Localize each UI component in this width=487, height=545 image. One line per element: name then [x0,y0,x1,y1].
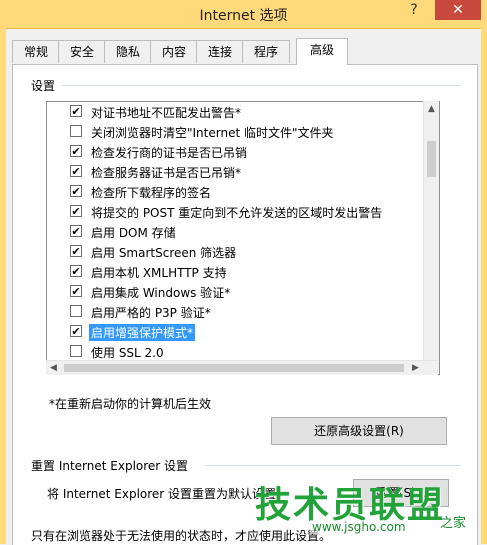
checkbox-checked[interactable]: ✔ [70,265,82,277]
tab-security[interactable]: 安全 [58,40,106,63]
watermark-tail: 之家 [440,516,467,531]
checkbox-checked[interactable]: ✔ [70,245,82,257]
tab-advanced[interactable]: 高级 [296,38,348,65]
settings-row-label: 启用本机 XMLHTTP 支持 [91,266,227,280]
title-bar: Internet 选项 ? ✕ [0,0,487,29]
settings-row-label: 使用 SSL 2.0 [91,346,164,360]
checkbox-checked[interactable]: ✔ [70,225,82,237]
reset-hint: 只有在浏览器处于无法使用的状态时，才应使用此设置。 [31,529,332,543]
settings-row[interactable]: ✔ 启用集成 Windows 验证* [47,282,417,302]
settings-row-label: 启用集成 Windows 验证* [91,286,231,300]
hscroll-thumb[interactable] [64,364,404,372]
settings-row[interactable]: ✔ 启用 SmartScreen 筛选器 [47,242,417,262]
settings-list[interactable]: ✔ 对证书地址不匹配发出警告* 关闭浏览器时清空"Internet 临时文件"文件夹… [46,101,440,375]
tab-general[interactable]: 常规 [12,40,60,63]
restore-advanced-button[interactable]: 还原高级设置(R) [271,417,447,445]
window-frame-right [481,28,487,544]
settings-row[interactable]: 关闭浏览器时清空"Internet 临时文件"文件夹 [47,122,417,142]
settings-row-label: 检查发行商的证书是否已吊销 [91,146,248,160]
settings-row[interactable]: ✔ 启用增强保护模式* [47,322,417,342]
restart-note: *在重新启动你的计算机后生效 [49,397,212,411]
checkbox-checked[interactable]: ✔ [70,105,82,117]
settings-row-label: 检查所下载程序的签名 [91,186,212,200]
divider [205,465,461,466]
settings-row[interactable]: 启用严格的 P3P 验证* [47,302,417,322]
settings-group-label: 设置 [31,79,56,93]
checkbox-unchecked[interactable] [70,125,82,137]
settings-row[interactable]: ✔ 检查所下载程序的签名 [47,182,417,202]
divider [61,85,461,86]
tab-programs[interactable]: 程序 [242,40,290,63]
scroll-right-arrow-icon[interactable]: ▶ [408,361,423,375]
settings-row-label: 启用 SmartScreen 筛选器 [91,246,237,260]
settings-row[interactable]: 使用 SSL 2.0 [47,342,417,362]
scroll-left-arrow-icon[interactable]: ◀ [46,361,61,375]
watermark-url: www.jsgho.com [310,520,408,534]
settings-row-label: 关闭浏览器时清空"Internet 临时文件"文件夹 [91,126,334,140]
settings-row[interactable]: ✔ 将提交的 POST 重定向到不允许发送的区域时发出警告 [47,202,417,222]
settings-row-label: 启用严格的 P3P 验证* [91,306,211,320]
advanced-panel: 设置 ✔ 对证书地址不匹配发出警告* 关闭浏览器时清空"Internet 临时文件"… [12,64,478,545]
scroll-thumb[interactable] [427,141,436,177]
tab-privacy[interactable]: 隐私 [104,40,152,63]
settings-row[interactable]: ✔ 检查发行商的证书是否已吊销 [47,142,417,162]
horizontal-scrollbar[interactable]: ◀ ▶ [46,360,438,375]
settings-row[interactable]: ✔ 启用 DOM 存储 [47,222,417,242]
settings-row-label: 对证书地址不匹配发出警告* [91,106,242,120]
reset-group-label: 重置 Internet Explorer 设置 [31,459,189,473]
checkbox-unchecked[interactable] [70,305,82,317]
checkbox-checked[interactable]: ✔ [70,205,82,217]
checkbox-checked[interactable]: ✔ [70,165,82,177]
settings-row-label: 检查服务器证书是否已吊销* [91,166,242,180]
settings-row-label: 启用 DOM 存储 [91,226,176,240]
scroll-up-arrow-icon[interactable]: ▲ [424,101,439,117]
reset-description: 将 Internet Explorer 设置重置为默认设置。 [47,487,289,501]
help-button[interactable]: ? [401,0,427,20]
window-frame-left [0,28,6,544]
checkbox-checked[interactable]: ✔ [70,325,82,337]
settings-row[interactable]: ✔ 对证书地址不匹配发出警告* [47,102,417,122]
settings-row-label: 将提交的 POST 重定向到不允许发送的区域时发出警告 [91,206,383,220]
tab-content[interactable]: 内容 [150,40,198,63]
checkbox-checked[interactable]: ✔ [70,145,82,157]
settings-row-label: 启用增强保护模式* [89,324,196,341]
close-button[interactable]: ✕ [435,0,481,20]
settings-row[interactable]: ✔ 启用本机 XMLHTTP 支持 [47,262,417,282]
checkbox-checked[interactable]: ✔ [70,185,82,197]
tab-connections[interactable]: 连接 [196,40,244,63]
settings-row[interactable]: ✔ 检查服务器证书是否已吊销* [47,162,417,182]
checkbox-unchecked[interactable] [70,345,82,357]
checkbox-checked[interactable]: ✔ [70,285,82,297]
vertical-scrollbar[interactable]: ▲ ▼ [423,101,439,373]
